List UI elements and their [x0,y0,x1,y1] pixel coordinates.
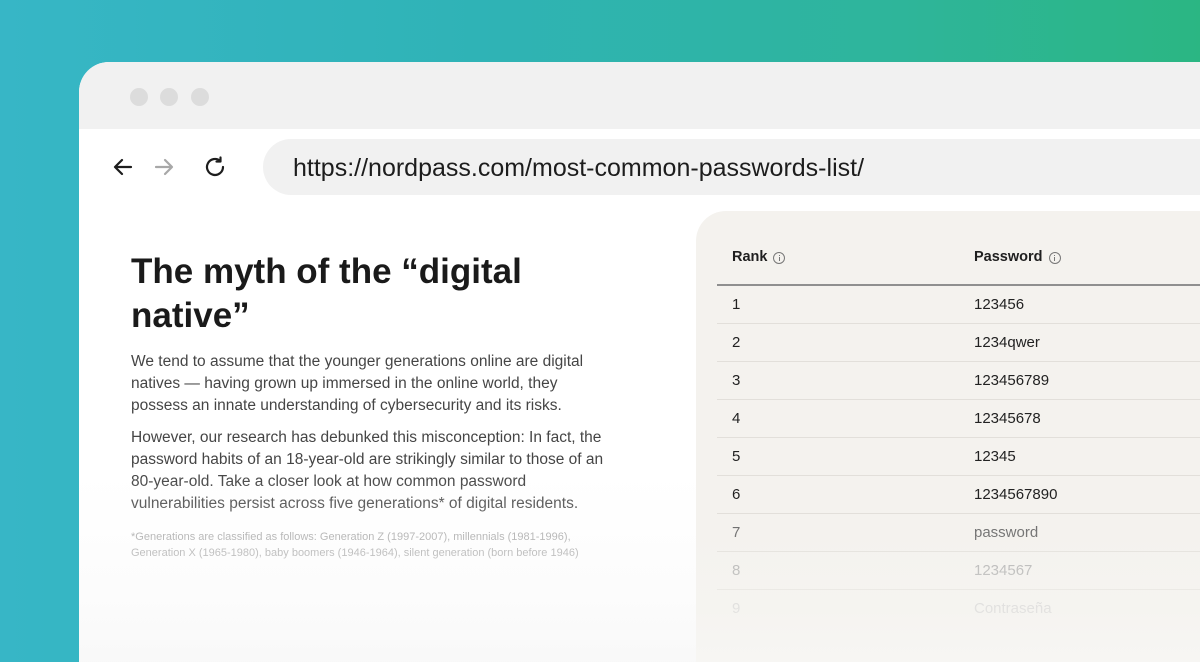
table-row: 5 12345 [717,438,1200,476]
info-icon[interactable] [773,252,786,264]
password-cell: 12345 [974,448,1016,465]
forward-button[interactable] [149,152,179,182]
column-label-password: Password [974,249,1043,265]
info-icon[interactable] [1048,252,1061,264]
password-cell: 12345678 [974,410,1041,427]
password-cell: password [974,524,1039,541]
rank-cell: 5 [732,448,741,465]
column-label-rank: Rank [732,249,768,265]
password-cell: 1234567890 [974,486,1058,503]
title-bar [79,62,1200,129]
table-row: 6 1234567890 [717,476,1200,514]
article-section: The myth of the “digital native” We tend… [131,250,631,559]
article-paragraph-1: We tend to assume that the younger gener… [131,353,584,414]
url-text: https://nordpass.com/most-common-passwor… [293,154,865,182]
table-body: 1 123456 2 1234qwer 3 123456789 4 123456… [717,286,1200,627]
password-cell: 123456 [974,296,1025,313]
rank-cell: 6 [732,486,741,503]
back-button[interactable] [108,152,138,182]
password-cell: 1234567 [974,562,1033,579]
address-bar[interactable]: https://nordpass.com/most-common-passwor… [263,139,1200,195]
reload-button[interactable] [200,152,230,182]
column-header-password[interactable]: Password [974,249,1061,265]
article-footnote: *Generations are classified as follows: … [131,531,579,559]
table-header: Rank Password [696,211,1200,285]
arrow-left-icon [113,158,133,176]
password-table-panel: Rank Password 1 123456 2 1234qwer 3 1234… [696,211,1200,662]
window-close-dot[interactable] [130,88,148,106]
browser-window: https://nordpass.com/most-common-passwor… [79,62,1200,662]
reload-icon [205,156,225,176]
password-cell: Contraseña [974,600,1052,617]
table-row: 1 123456 [717,286,1200,324]
rank-cell: 9 [732,600,741,617]
window-minimize-dot[interactable] [160,88,178,106]
table-row: 2 1234qwer [717,324,1200,362]
password-cell: 1234qwer [974,334,1040,351]
article-title: The myth of the “digital native” [131,252,522,335]
table-row: 7 password [717,514,1200,552]
rank-cell: 2 [732,334,741,351]
rank-cell: 8 [732,562,741,579]
browser-toolbar: https://nordpass.com/most-common-passwor… [79,129,1200,209]
table-row: 9 Contraseña [717,590,1200,627]
rank-cell: 7 [732,524,741,541]
rank-cell: 4 [732,410,741,427]
table-row: 3 123456789 [717,362,1200,400]
password-cell: 123456789 [974,372,1050,389]
column-header-rank[interactable]: Rank [732,249,786,265]
rank-cell: 1 [732,296,741,313]
window-maximize-dot[interactable] [191,88,209,106]
table-row: 8 1234567 [717,552,1200,590]
arrow-right-icon [154,158,174,176]
rank-cell: 3 [732,372,741,389]
table-row: 4 12345678 [717,400,1200,438]
article-paragraph-2: However, our research has debunked this … [131,429,604,512]
